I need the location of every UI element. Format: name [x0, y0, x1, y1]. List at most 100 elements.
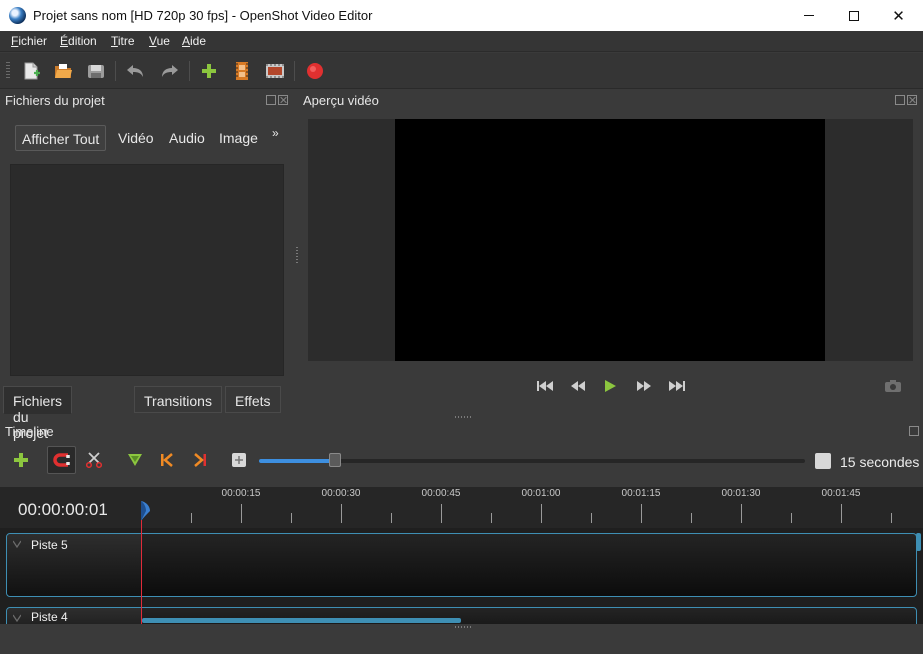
zoom-icon — [815, 453, 831, 469]
redo-icon[interactable] — [159, 60, 181, 82]
track-header[interactable] — [7, 608, 141, 624]
more-filters-icon[interactable]: » — [266, 121, 285, 147]
openshot-logo-icon — [9, 7, 26, 24]
zoom-slider-fill — [259, 459, 336, 463]
ruler-major-tick — [341, 504, 342, 523]
ruler-minor-tick — [691, 513, 692, 523]
close-icon[interactable]: ✕ — [876, 0, 921, 31]
float-icon[interactable] — [266, 95, 276, 105]
ruler-minor-tick — [291, 513, 292, 523]
preview-title: Aperçu vidéo — [303, 93, 379, 108]
ruler-major-tick — [441, 504, 442, 523]
previous-marker-icon[interactable] — [156, 449, 178, 471]
menu-vue[interactable]: Vue — [149, 34, 170, 48]
video-preview-screen[interactable] — [395, 119, 825, 361]
ruler-major-tick — [541, 504, 542, 523]
ruler-minor-tick — [391, 513, 392, 523]
center-playhead-icon[interactable] — [228, 449, 250, 471]
razor-icon[interactable] — [83, 449, 105, 471]
playhead-line — [141, 520, 142, 624]
project-files-title: Fichiers du projet — [5, 93, 105, 108]
ruler-tick-label: 00:01:15 — [621, 488, 661, 499]
current-time-display: 00:00:00:01 — [18, 500, 108, 519]
ruler-tick-label: 00:01:00 — [521, 488, 561, 499]
track-row[interactable]: Piste 5 — [6, 533, 917, 597]
menu-fichier[interactable]: Fichier — [11, 34, 47, 48]
play-icon[interactable] — [601, 378, 619, 394]
zoom-label: 15 secondes — [840, 454, 920, 470]
filter-image[interactable]: Image — [213, 125, 264, 151]
filter-show-all[interactable]: Afficher Tout — [15, 125, 107, 151]
save-project-icon[interactable] — [85, 60, 107, 82]
ruler-tick-label: 00:00:30 — [321, 488, 361, 499]
project-files-dock-buttons — [266, 95, 288, 105]
new-project-icon[interactable] — [20, 60, 42, 82]
export-video-icon[interactable] — [264, 60, 286, 82]
open-project-icon[interactable] — [52, 60, 74, 82]
tab-project-files[interactable]: Fichiers du projet — [3, 386, 73, 441]
filter-video[interactable]: Vidéo — [112, 125, 160, 151]
ruler-minor-tick — [591, 513, 592, 523]
ruler-tick-label: 00:00:45 — [421, 488, 461, 499]
main-toolbar — [0, 53, 923, 89]
fast-forward-icon[interactable] — [635, 378, 653, 394]
add-marker-icon[interactable] — [124, 449, 146, 471]
float-icon[interactable] — [909, 426, 919, 436]
tab-transitions[interactable]: Transitions — [134, 386, 222, 413]
collapse-track-icon[interactable] — [13, 540, 21, 548]
panel-splitter[interactable] — [296, 247, 298, 263]
vertical-scrollbar[interactable] — [916, 533, 921, 551]
ruler-tick-label: 00:01:30 — [721, 488, 761, 499]
maximize-icon[interactable] — [831, 0, 876, 31]
camera-icon[interactable] — [884, 379, 902, 393]
ruler-minor-tick — [191, 513, 192, 523]
horizontal-scrollbar[interactable] — [142, 618, 461, 623]
menu-bar: Fichier Édition Titre Vue Aide — [0, 31, 923, 52]
float-icon[interactable] — [895, 95, 905, 105]
ruler-major-tick — [641, 504, 642, 523]
tracks-area[interactable]: Piste 5 Piste 4 — [0, 528, 923, 624]
status-area — [0, 624, 923, 654]
ruler-minor-tick — [891, 513, 892, 523]
jump-end-icon[interactable] — [668, 378, 686, 394]
timeline-dock-buttons — [909, 426, 921, 436]
menu-aide[interactable]: Aide — [182, 34, 206, 48]
record-icon[interactable] — [304, 60, 326, 82]
next-marker-icon[interactable] — [189, 449, 211, 471]
filter-audio[interactable]: Audio — [163, 125, 211, 151]
add-track-icon[interactable] — [10, 449, 32, 471]
menu-edition[interactable]: Édition — [60, 34, 97, 48]
rewind-icon[interactable] — [569, 378, 587, 394]
ruler-tick-label: 00:01:45 — [821, 488, 861, 499]
ruler-major-tick — [741, 504, 742, 523]
menu-titre[interactable]: Titre — [111, 34, 135, 48]
track-header[interactable] — [7, 534, 141, 596]
zoom-slider-handle[interactable] — [329, 453, 342, 467]
window-title: Projet sans nom [HD 720p 30 fps] - OpenS… — [33, 8, 373, 23]
preview-dock-buttons — [895, 95, 917, 105]
project-files-list[interactable] — [10, 164, 284, 376]
close-dock-icon[interactable] — [278, 95, 288, 105]
ruler-major-tick — [241, 504, 242, 523]
import-files-icon[interactable] — [198, 60, 220, 82]
playhead-handle[interactable] — [138, 500, 152, 522]
ruler-minor-tick — [491, 513, 492, 523]
timeline-splitter[interactable] — [455, 416, 471, 418]
title-bar: Projet sans nom [HD 720p 30 fps] - OpenS… — [0, 0, 923, 31]
tab-effects[interactable]: Effets — [225, 386, 281, 413]
track-name: Piste 5 — [31, 538, 68, 552]
choose-profile-icon[interactable] — [231, 60, 253, 82]
ruler-minor-tick — [791, 513, 792, 523]
snapping-icon[interactable] — [47, 446, 76, 474]
ruler-major-tick — [841, 504, 842, 523]
bottom-splitter[interactable] — [455, 626, 471, 628]
close-dock-icon[interactable] — [907, 95, 917, 105]
toolbar-grip[interactable] — [6, 62, 10, 80]
undo-icon[interactable] — [124, 60, 146, 82]
collapse-track-icon[interactable] — [13, 614, 21, 622]
timeline-title: Timeline — [5, 424, 54, 439]
file-filter-bar: Afficher Tout Vidéo Audio Image » — [10, 125, 285, 151]
jump-start-icon[interactable] — [536, 378, 554, 394]
track-name: Piste 4 — [31, 610, 68, 624]
minimize-icon[interactable] — [786, 0, 831, 31]
